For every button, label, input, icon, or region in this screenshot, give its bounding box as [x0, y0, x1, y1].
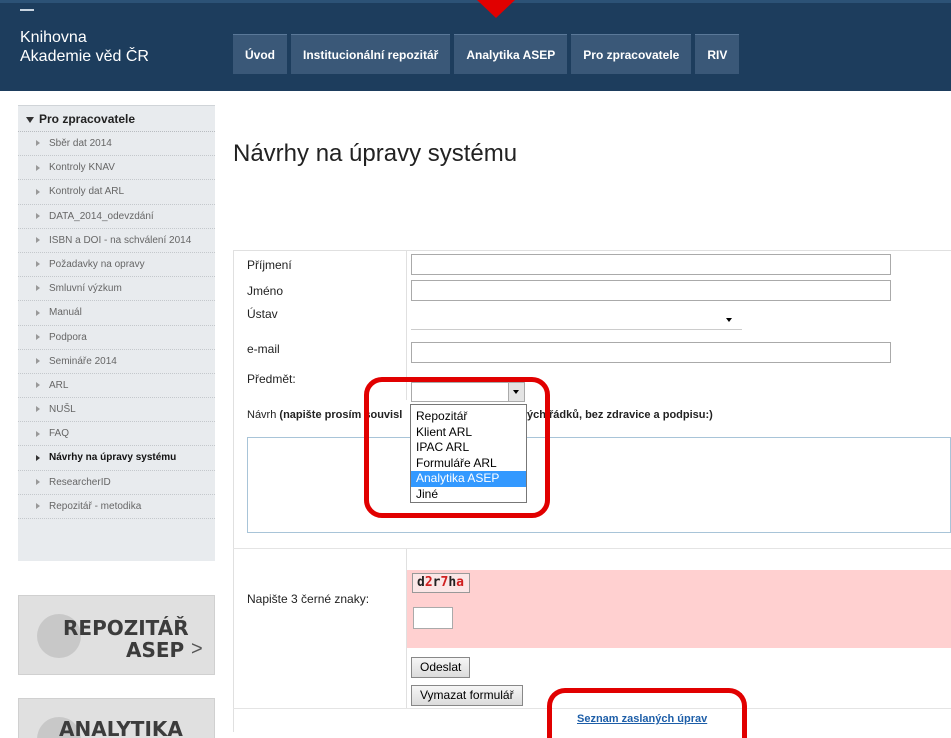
library-title[interactable]: Knihovna Akademie věd ČR [20, 28, 149, 66]
email-input[interactable] [411, 342, 891, 363]
sidebar: Pro zpracovatele Sběr dat 2014 Kontroly K… [18, 105, 215, 561]
triangle-right-icon [36, 309, 40, 316]
captcha-char: h [448, 575, 457, 590]
prijmeni-input[interactable] [411, 254, 891, 275]
sidebar-item[interactable]: ARL [18, 374, 215, 399]
jmeno-input[interactable] [411, 280, 891, 301]
sidebar-item[interactable]: Smluvní výzkum [18, 277, 215, 302]
label-ustav: Ústav [247, 307, 278, 321]
highlight-link [547, 688, 747, 738]
triangle-right-icon [36, 478, 40, 485]
triangle-right-icon [36, 406, 40, 413]
promo-analytika[interactable]: ANALYTIKA [18, 698, 215, 738]
sidebar-item[interactable]: Kontroly KNAV [18, 156, 215, 181]
sidebar-item[interactable]: Repozitář - metodika [18, 495, 215, 519]
chevron-right-icon: > [191, 638, 203, 660]
sidebar-item[interactable]: FAQ [18, 422, 215, 447]
triangle-right-icon [36, 503, 40, 510]
promo-repozitar-line1: REPOZITÁŘ [63, 616, 189, 640]
sidebar-item-label: Manuál [49, 307, 82, 319]
sidebar-item-label: FAQ [49, 428, 70, 440]
triangle-right-icon [36, 382, 40, 389]
nav-analytika-asep[interactable]: Analytika ASEP [454, 34, 568, 74]
triangle-down-icon [26, 116, 34, 123]
sidebar-item-label: Požadavky na opravy [49, 258, 145, 270]
sidebar-item[interactable]: DATA_2014_odevzdání [18, 205, 215, 229]
captcha-char: d [417, 575, 425, 590]
sidebar-item[interactable]: ResearcherID [18, 471, 215, 495]
site-header: Knihovna Akademie věd ČR Úvod Institucio… [0, 0, 951, 91]
promo-analytika-label: ANALYTIKA [59, 717, 183, 738]
sidebar-item-label: Smluvní výzkum [49, 283, 122, 295]
promo-repozitar-asep[interactable]: REPOZITÁŘ ASEP > [18, 595, 215, 675]
sidebar-item[interactable]: Návrhy na úpravy systému [18, 446, 215, 471]
sidebar-item-label: ResearcherID [49, 476, 111, 488]
main-nav: Úvod Institucionální repozitář Analytika… [233, 34, 740, 74]
highlight-dropdown [364, 377, 550, 518]
sidebar-item-label: ARL [49, 379, 69, 391]
promo-repozitar-line2: ASEP [126, 638, 185, 662]
sidebar-item-label: Návrhy na úpravy systému [49, 452, 177, 464]
triangle-right-icon [36, 237, 40, 244]
sidebar-item-label: Semináře 2014 [49, 355, 117, 367]
triangle-right-icon [36, 188, 40, 195]
triangle-right-icon [36, 285, 40, 292]
sidebar-item-label: Repozitář - metodika [49, 500, 142, 512]
captcha-char: 2 [424, 575, 433, 590]
sidebar-list: Sběr dat 2014 Kontroly KNAV Kontroly dat A… [18, 132, 215, 519]
navrh-label-tail: ých řádků, bez zdravice a podpisu:) [527, 409, 713, 421]
triangle-right-icon [36, 333, 40, 340]
sidebar-item-label: DATA_2014_odevzdání [49, 210, 154, 222]
sidebar-item-label: Podpora [49, 331, 87, 343]
library-title-line1: Knihovna [20, 29, 87, 46]
submit-button[interactable]: Odeslat [411, 657, 471, 678]
row-divider [233, 548, 951, 549]
sidebar-heading[interactable]: Pro zpracovatele [18, 106, 215, 132]
nav-institucionalni-repozitar[interactable]: Institucionální repozitář [291, 34, 451, 74]
sidebar-item[interactable]: Kontroly dat ARL [18, 180, 215, 205]
sidebar-item-label: ISBN a DOI - na schválení 2014 [49, 234, 192, 246]
chevron-down-icon [726, 318, 732, 322]
triangle-right-icon [36, 261, 40, 268]
captcha-label: Napište 3 černé znaky: [247, 592, 370, 606]
captcha-area [407, 570, 951, 648]
sidebar-item[interactable]: Sběr dat 2014 [18, 132, 215, 157]
sidebar-item[interactable]: ISBN a DOI - na schválení 2014 [18, 229, 215, 253]
library-title-line2: Akademie věd ČR [20, 48, 149, 65]
menu-icon[interactable] [20, 9, 34, 11]
header-top-line [0, 0, 951, 3]
sidebar-item-label: Sběr dat 2014 [49, 138, 112, 149]
label-predmet: Předmět: [247, 372, 296, 386]
triangle-right-icon [36, 140, 40, 147]
triangle-right-icon [36, 212, 40, 219]
label-email: e-mail [247, 342, 280, 356]
triangle-right-icon [36, 358, 40, 365]
sidebar-item[interactable]: Semináře 2014 [18, 350, 215, 374]
label-jmeno: Jméno [247, 284, 284, 298]
highlight-arrow [477, 0, 515, 18]
sidebar-item[interactable]: NUŠL [18, 398, 215, 423]
nav-uvod[interactable]: Úvod [233, 34, 287, 74]
triangle-right-icon [36, 430, 40, 437]
page-title: Návrhy na úpravy systému [233, 140, 518, 167]
captcha-input[interactable] [413, 607, 453, 629]
sidebar-item[interactable]: Požadavky na opravy [18, 253, 215, 278]
sidebar-item-label: Kontroly dat ARL [49, 186, 125, 198]
sidebar-item[interactable]: Podpora [18, 326, 215, 350]
sidebar-item-label: NUŠL [49, 404, 76, 416]
captcha-char: a [456, 575, 464, 590]
captcha-image: d2r7ha [412, 573, 470, 593]
navrh-textarea[interactable] [247, 437, 951, 533]
sidebar-item[interactable]: Manuál [18, 301, 215, 326]
nav-riv[interactable]: RIV [695, 34, 740, 74]
nav-pro-zpracovatele[interactable]: Pro zpracovatele [571, 34, 692, 74]
label-prijmeni: Příjmení [247, 258, 292, 272]
clear-form-button[interactable]: Vymazat formulář [411, 685, 523, 706]
sidebar-item-label: Kontroly KNAV [49, 162, 115, 174]
ustav-select[interactable] [411, 310, 742, 330]
triangle-right-icon [36, 454, 40, 461]
triangle-right-icon [36, 164, 40, 171]
